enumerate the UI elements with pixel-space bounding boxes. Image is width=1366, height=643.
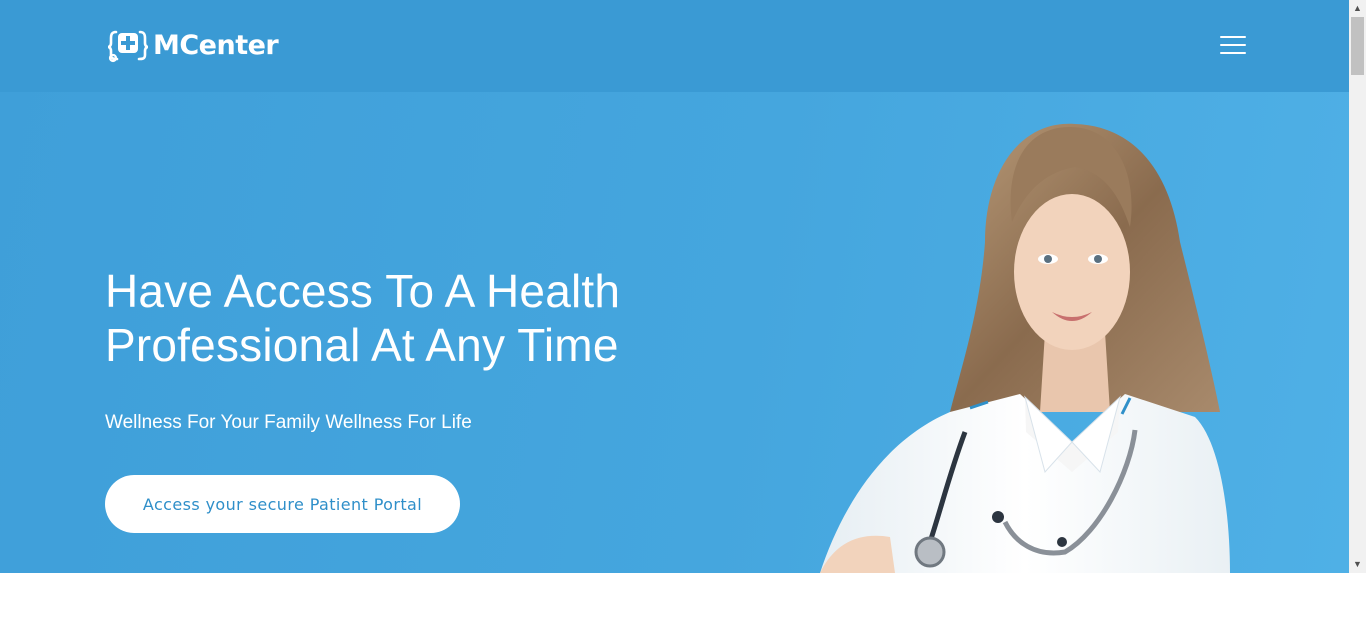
navbar: MCenter: [0, 0, 1349, 92]
brand-logo-link[interactable]: MCenter: [107, 28, 279, 64]
hero-title-line-2: Professional At Any Time: [105, 319, 619, 371]
menu-bar: [1220, 52, 1246, 54]
brand-name: MCenter: [153, 30, 279, 61]
hero-section: Have Access To A Health Professional At …: [0, 92, 1349, 573]
scrollbar-track[interactable]: ▲ ▼: [1349, 0, 1366, 573]
scroll-thumb[interactable]: [1351, 17, 1364, 75]
menu-bar: [1220, 44, 1246, 46]
hero-title: Have Access To A Health Professional At …: [105, 264, 725, 372]
scroll-up-arrow-icon[interactable]: ▲: [1349, 0, 1366, 17]
stethoscope-plus-icon: [107, 30, 149, 63]
page: MCenter Have Access To A Health Professi…: [0, 0, 1349, 643]
menu-bar: [1220, 36, 1246, 38]
scroll-down-arrow-icon[interactable]: ▼: [1349, 556, 1366, 573]
hero-title-line-1: Have Access To A Health: [105, 265, 621, 317]
patient-portal-button[interactable]: Access your secure Patient Portal: [105, 475, 460, 533]
hamburger-menu-icon[interactable]: [1220, 36, 1246, 56]
doctor-image: [820, 123, 1230, 573]
hero-subtitle: Wellness For Your Family Wellness For Li…: [105, 412, 472, 433]
